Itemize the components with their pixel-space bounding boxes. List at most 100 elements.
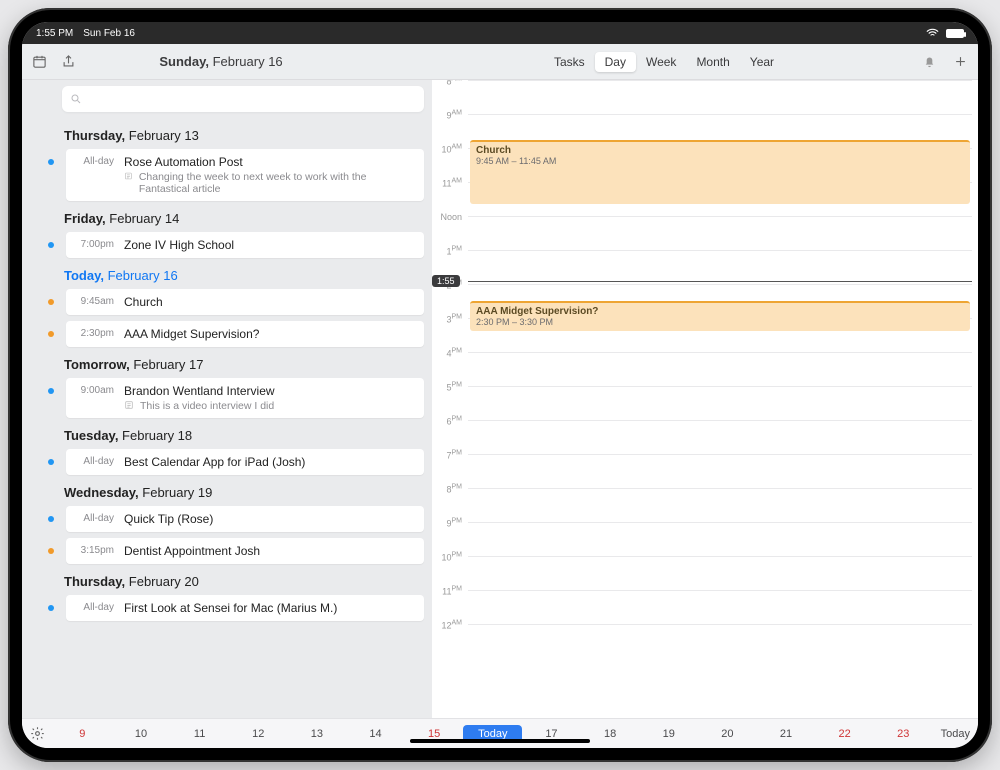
day-header: Wednesday, February 19	[64, 485, 424, 500]
strip-day[interactable]: 22	[815, 728, 874, 740]
hour-row: 12AM	[468, 624, 972, 658]
hour-label: 1PM	[446, 246, 468, 257]
event-card[interactable]: 2:30pmAAA Midget Supervision?	[66, 321, 424, 347]
strip-day[interactable]: 9	[53, 728, 112, 740]
day-header: Thursday, February 13	[64, 128, 424, 143]
hour-row: 6PM	[468, 420, 972, 454]
add-icon[interactable]	[953, 54, 968, 69]
hour-row: 10PM	[468, 556, 972, 590]
view-segmented-control[interactable]: TasksDayWeekMonthYear	[544, 52, 784, 72]
bell-icon[interactable]	[922, 54, 937, 69]
event-time: 3:15pm	[76, 544, 114, 556]
strip-day[interactable]: 10	[112, 728, 171, 740]
hour-row: 8AM	[468, 80, 972, 114]
event-title: Church	[124, 295, 414, 309]
now-line	[468, 281, 972, 282]
hour-row: 5PM	[468, 386, 972, 420]
event-card[interactable]: All-day Quick Tip (Rose)	[66, 506, 424, 532]
timeline-event[interactable]: Church9:45 AM – 11:45 AM	[470, 140, 970, 204]
hour-label: 10PM	[441, 552, 468, 563]
event-card[interactable]: 7:00pm Zone IV High School	[66, 232, 424, 258]
strip-day[interactable]: 23	[874, 728, 933, 740]
event-time: 7:00pm	[76, 238, 114, 250]
event-card[interactable]: All-day First Look at Sensei for Mac (Mar…	[66, 595, 424, 621]
hour-row: Noon	[468, 216, 972, 250]
hour-row: 4PM	[468, 352, 972, 386]
strip-day[interactable]: 13	[288, 728, 347, 740]
view-tab-week[interactable]: Week	[636, 52, 686, 72]
day-timeline[interactable]: 8AM9AM10AM11AMNoon1PM2PM3PM4PM5PM6PM7PM8…	[432, 80, 978, 718]
hour-row: 9PM	[468, 522, 972, 556]
hour-label: 9AM	[446, 110, 468, 121]
hour-label: 7PM	[446, 450, 468, 461]
view-tab-day[interactable]: Day	[595, 52, 636, 72]
event-note: This is a video interview I did	[124, 400, 414, 412]
event-title: AAA Midget Supervision?	[124, 327, 414, 341]
calendar-dot	[48, 605, 54, 611]
calendar-dot	[48, 159, 54, 165]
page-title: Sunday, February 16	[36, 54, 406, 69]
screen: 1:55 PM Sun Feb 16 Sunday, February 16 T…	[22, 22, 978, 748]
event-card[interactable]: All-day Best Calendar App for iPad (Josh)	[66, 449, 424, 475]
hour-label: 10AM	[441, 144, 468, 155]
event-card[interactable]: 3:15pmDentist Appointment Josh	[66, 538, 424, 564]
event-time: All-day	[76, 455, 114, 467]
event-note: Changing the week to next week to work w…	[124, 171, 414, 195]
day-header: Tomorrow, February 17	[64, 357, 424, 372]
calendar-dot	[48, 516, 54, 522]
event-title: Quick Tip (Rose)	[124, 512, 414, 526]
search-input[interactable]	[62, 86, 424, 112]
view-tab-month[interactable]: Month	[686, 52, 739, 72]
strip-day[interactable]: 20	[698, 728, 757, 740]
timeline-event[interactable]: AAA Midget Supervision?2:30 PM – 3:30 PM	[470, 301, 970, 331]
hour-label: 12AM	[441, 620, 468, 631]
strip-day[interactable]: 12	[229, 728, 288, 740]
event-title: First Look at Sensei for Mac (Marius M.)	[124, 601, 414, 615]
timeline-event-title: AAA Midget Supervision?	[476, 306, 964, 317]
battery-icon	[946, 29, 964, 38]
hour-label: 11AM	[442, 178, 468, 189]
view-tab-year[interactable]: Year	[740, 52, 784, 72]
day-header: Today, February 16	[64, 268, 424, 283]
hour-label: 5PM	[446, 382, 468, 393]
event-card[interactable]: All-dayRose Automation PostChanging the …	[66, 149, 424, 201]
event-time: All-day	[76, 512, 114, 524]
settings-icon[interactable]	[30, 726, 45, 741]
strip-day[interactable]: 15	[405, 728, 464, 740]
hour-label: 8AM	[446, 80, 468, 87]
statusbar-date: Sun Feb 16	[83, 28, 135, 39]
event-time: 9:45am	[76, 295, 114, 307]
strip-day[interactable]: 14	[346, 728, 405, 740]
event-title: Best Calendar App for iPad (Josh)	[124, 455, 414, 469]
strip-day[interactable]: 18	[581, 728, 640, 740]
event-title: Rose Automation Post	[124, 155, 414, 169]
calendar-dot	[48, 299, 54, 305]
strip-day[interactable]: 19	[639, 728, 698, 740]
event-card[interactable]: 9:45am Church	[66, 289, 424, 315]
event-card[interactable]: 9:00amBrandon Wentland InterviewThis is …	[66, 378, 424, 418]
hour-label: 3PM	[446, 314, 468, 325]
view-tab-tasks[interactable]: Tasks	[544, 52, 595, 72]
today-button[interactable]: Today	[941, 728, 970, 740]
hour-row: 1PM	[468, 250, 972, 284]
wifi-icon	[925, 26, 940, 41]
strip-day[interactable]: 17	[522, 728, 581, 740]
strip-day[interactable]: 21	[757, 728, 816, 740]
event-time: All-day	[76, 601, 114, 613]
calendar-dot	[48, 548, 54, 554]
hour-label: 4PM	[446, 348, 468, 359]
event-title: Zone IV High School	[124, 238, 414, 252]
hour-label: 8PM	[446, 484, 468, 495]
timeline-event-range: 9:45 AM – 11:45 AM	[476, 156, 964, 166]
hour-row: 7PM	[468, 454, 972, 488]
strip-day[interactable]: 11	[170, 728, 229, 740]
calendar-dot	[48, 388, 54, 394]
search-icon	[70, 93, 82, 105]
date-strip: 9101112131415Today17181920212223Today	[22, 718, 978, 748]
calendar-dot	[48, 459, 54, 465]
now-indicator: 1:55	[432, 275, 460, 287]
hour-row: 11PM	[468, 590, 972, 624]
calendar-dot	[48, 331, 54, 337]
home-indicator[interactable]	[410, 739, 590, 743]
ipad-frame: 1:55 PM Sun Feb 16 Sunday, February 16 T…	[8, 8, 992, 762]
